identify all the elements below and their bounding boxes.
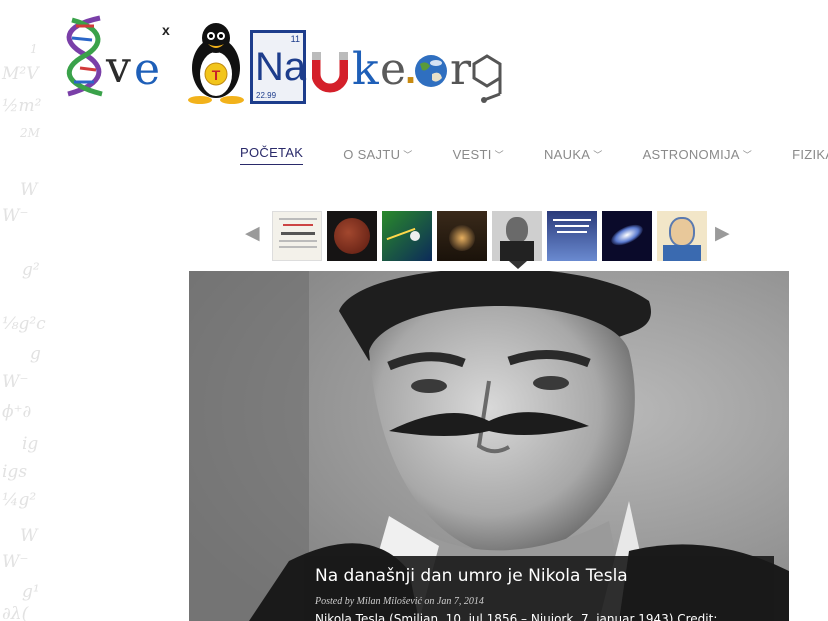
globe-icon [415,55,447,87]
main-nav: POČETAK O SAJTU ﹀ VESTI ﹀ NAUKA ﹀ ASTRONOMIJA ﹀ F… [240,143,828,165]
element-box: 11 Na 22.99 [250,30,306,104]
selected-thumb-pointer [509,261,527,269]
chevron-down-icon: ﹀ [494,149,504,160]
nav-item-vesti[interactable]: VESTI ﹀ [453,143,504,165]
element-mass: 22.99 [256,91,277,100]
element-symbol: Na [255,45,307,89]
carousel-thumb-particles[interactable] [382,211,432,261]
dna-helix-icon [66,15,103,97]
carousel-thumb-announcement[interactable] [547,211,597,261]
chevron-down-icon: ﹀ [742,149,753,160]
chevron-down-icon: ﹀ [593,149,603,160]
nav-item-label: POČETAK [240,144,304,160]
featured-title[interactable]: Na današnji dan umro je Nikola Tesla [315,566,763,586]
nav-item-label: NAUKA [543,146,591,162]
carousel-prev-arrow-icon[interactable]: ◀ [245,222,260,245]
carousel-thumb-blood-moon[interactable] [327,211,377,261]
nav-item-fizika[interactable]: FIZIKA﹀ [792,143,828,165]
magnet-icon [312,52,348,93]
carousel-thumb-tesla[interactable] [492,211,542,261]
carousel-thumb-portrait[interactable] [657,211,707,261]
nav-item-label: FIZIKA [792,146,828,162]
featured-caption: Na današnji dan umro je Nikola Tesla Pos… [304,556,774,621]
nav-item-početak[interactable]: POČETAK [240,143,304,165]
nav-item-o-sajtu[interactable]: O SAJTU ﹀ [343,143,412,165]
nav-item-label: ASTRONOMIJA [642,146,740,162]
nav-item-nauka[interactable]: NAUKA ﹀ [544,143,603,165]
carousel-thumb-galaxy[interactable] [602,211,652,261]
featured-meta: Posted by Milan Milošević on Jan 7, 2014 [315,596,484,607]
carousel-next-arrow-icon[interactable]: ▶ [715,222,730,245]
carousel-thumb-document[interactable] [272,211,322,261]
carousel-thumb-night-scene[interactable] [437,211,487,261]
nav-item-astronomija[interactable]: ASTRONOMIJA ﹀ [643,143,753,165]
penguin-icon: T [188,23,244,104]
element-number: 11 [290,34,300,44]
background-formulas: 1 M²V ½m² 2M W W⁻ g² ⅛g²c g W⁻ ϕ⁺∂ ig ig… [2,42,46,621]
nav-item-label: VESTI [452,146,492,162]
svg-text:T: T [212,67,221,83]
molecule-icon [472,54,502,103]
nav-item-label: O SAJTU [343,146,401,162]
featured-excerpt: Nikola Tesla (Smiljan, 10. jul 1856 – Nj… [315,612,718,621]
chevron-down-icon: ﹀ [403,149,413,160]
site-logo[interactable]: v e x T 11 Na 22.99 k e . r [62,8,504,108]
